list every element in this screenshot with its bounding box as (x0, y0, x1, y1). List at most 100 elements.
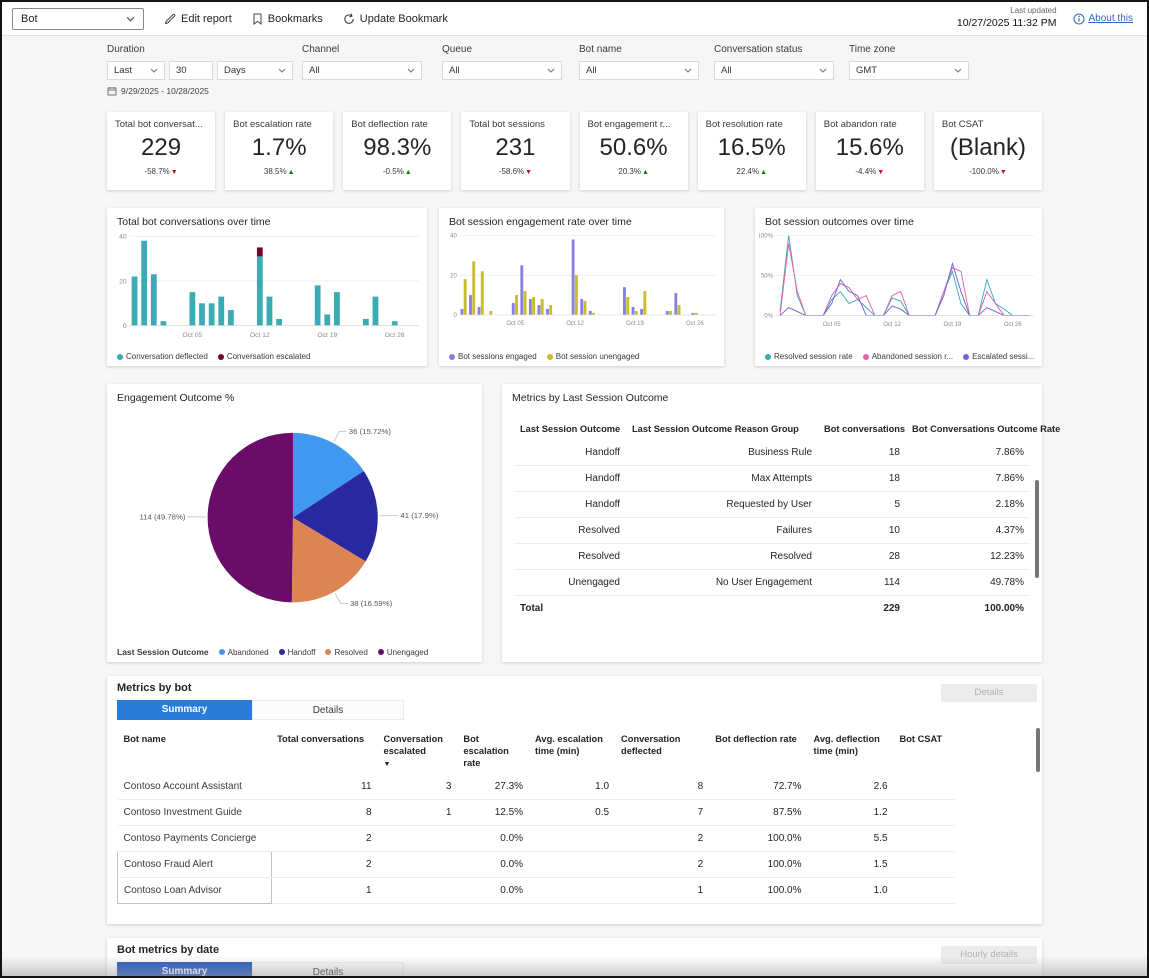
kpi-card[interactable]: Total bot conversat...229-58.7%▼ (107, 112, 215, 190)
svg-text:0: 0 (123, 323, 127, 330)
kpi-card[interactable]: Bot deflection rate98.3%-0.5%▲ (343, 112, 451, 190)
edit-report-button[interactable]: Edit report (164, 13, 232, 25)
line-chart-outcomes[interactable]: 0%50%100%Oct 05Oct 12Oct 19Oct 26 (755, 230, 1042, 334)
legend-item[interactable]: Bot sessions engaged (449, 352, 537, 361)
trend-down-icon: ▼ (171, 169, 178, 176)
column-header[interactable]: Bot CSAT (894, 728, 955, 774)
trend-up-icon: ▲ (760, 169, 767, 176)
table-row[interactable]: UnengagedNo User Engagement11449.78% (514, 570, 1030, 596)
svg-text:Oct 26: Oct 26 (385, 332, 405, 339)
legend-item[interactable]: Conversation escalated (218, 352, 311, 361)
tab-summary[interactable]: Summary (117, 700, 252, 720)
table-row[interactable]: Contoso Fraud Alert20.0%2100.0%1.5 (118, 852, 956, 878)
scrollbar-thumb[interactable] (1035, 480, 1039, 578)
column-header[interactable]: Conversation escalated▼ (378, 728, 458, 774)
column-header[interactable]: Total conversations (271, 728, 377, 774)
svg-text:Oct 05: Oct 05 (182, 332, 202, 339)
kpi-value: 1.7% (233, 134, 325, 162)
bookmarks-button[interactable]: Bookmarks (252, 13, 323, 25)
table-row[interactable]: HandoffRequested by User52.18% (514, 492, 1030, 518)
legend-item[interactable]: Resolved session rate (765, 352, 853, 361)
legend-item[interactable]: Handoff (279, 648, 316, 657)
bot-name-cell: Contoso Loan Advisor (118, 878, 272, 904)
column-header[interactable]: Bot Conversations Outcome Rate (906, 418, 1030, 440)
legend-item[interactable]: Resolved (325, 648, 367, 657)
dashboard-frame: Bot Edit report Bookmarks Update Bookmar… (0, 0, 1149, 978)
trend-up-icon: ▲ (642, 169, 649, 176)
kpi-card[interactable]: Total bot sessions231-58.6%▼ (461, 112, 569, 190)
legend-item[interactable]: Bot session unengaged (547, 352, 640, 361)
kpi-delta: -58.6%▼ (469, 167, 561, 176)
legend-item[interactable]: Unengaged (378, 648, 428, 657)
svg-text:Oct 26: Oct 26 (1004, 322, 1022, 328)
metrics-by-bot-section: Metrics by bot Details Summary Details B… (107, 676, 1042, 924)
kpi-card[interactable]: Bot abandon rate15.6%-4.4%▼ (816, 112, 924, 190)
kpi-label: Bot resolution rate (706, 119, 798, 130)
table-row[interactable]: Contoso Payments Concierge20.0%2100.0%5.… (118, 826, 956, 852)
time-zone-dropdown[interactable]: GMT (849, 61, 969, 80)
table-row[interactable]: ResolvedFailures104.37% (514, 518, 1030, 544)
channel-dropdown[interactable]: All (302, 61, 422, 80)
trend-up-icon: ▲ (288, 169, 295, 176)
bar-chart-conversations[interactable]: 02040Oct 05Oct 12Oct 19Oct 26 (107, 230, 427, 346)
kpi-card[interactable]: Bot engagement r...50.6%20.3%▲ (580, 112, 688, 190)
bot-name-cell: Contoso Investment Guide (118, 800, 272, 826)
pie-chart-engagement-outcome[interactable]: 36 (15.72%)41 (17.9%)38 (16.59%)114 (49.… (107, 406, 482, 621)
pie-slice-unengaged[interactable] (208, 433, 293, 603)
legend-item[interactable]: Conversation deflected (117, 352, 208, 361)
svg-text:20: 20 (450, 273, 457, 279)
report-selector[interactable]: Bot (12, 8, 144, 30)
column-header[interactable]: Bot conversations (818, 418, 906, 440)
duration-period-dropdown[interactable]: Last (107, 61, 165, 80)
update-bookmark-button[interactable]: Update Bookmark (343, 13, 448, 25)
column-header[interactable]: Bot deflection rate (709, 728, 807, 774)
table-row[interactable]: Contoso Investment Guide8112.5%0.5787.5%… (118, 800, 956, 826)
section-title: Bot metrics by date (107, 944, 1042, 956)
kpi-delta: -0.5%▲ (351, 167, 443, 176)
column-header[interactable]: Last Session Outcome (514, 418, 626, 440)
metrics-by-outcome-card: Metrics by Last Session Outcome Last Ses… (502, 384, 1042, 662)
bot-name-dropdown[interactable]: All (579, 61, 699, 80)
table-row[interactable]: HandoffBusiness Rule187.86% (514, 440, 1030, 466)
legend-item[interactable]: Abandoned session r... (863, 352, 953, 361)
column-header[interactable]: Last Session Outcome Reason Group (626, 418, 818, 440)
filter-bot-name: Bot name All (579, 44, 699, 80)
kpi-value: 15.6% (824, 134, 916, 162)
table-row[interactable]: Contoso Account Assistant11327.3%1.0872.… (118, 774, 956, 800)
conversation-status-dropdown[interactable]: All (714, 61, 834, 80)
legend-dot (765, 354, 771, 360)
duration-unit-dropdown[interactable]: Days (217, 61, 293, 80)
tab-summary[interactable]: Summary (117, 962, 252, 978)
svg-text:Oct 19: Oct 19 (944, 322, 962, 328)
table-row[interactable]: ResolvedResolved2812.23% (514, 544, 1030, 570)
duration-amount-input[interactable]: 30 (169, 61, 213, 80)
column-header[interactable]: Avg. escalation time (min) (529, 728, 615, 774)
kpi-card[interactable]: Bot escalation rate1.7%38.5%▲ (225, 112, 333, 190)
bar-chart-engagement[interactable]: 02040Oct 05Oct 12Oct 19Oct 26 (439, 230, 724, 333)
kpi-value: 229 (115, 134, 207, 162)
kpi-card[interactable]: Bot resolution rate16.5%22.4%▲ (698, 112, 806, 190)
column-header[interactable]: Avg. deflection time (min) (808, 728, 894, 774)
kpi-card[interactable]: Bot CSAT(Blank)-100.0%▼ (934, 112, 1042, 190)
trend-down-icon: ▼ (1000, 169, 1007, 176)
svg-text:Oct 19: Oct 19 (317, 332, 337, 339)
scrollbar-thumb[interactable] (1036, 728, 1040, 772)
queue-dropdown[interactable]: All (442, 61, 562, 80)
about-link[interactable]: About this (1073, 13, 1133, 25)
legend-item[interactable]: Abandoned (219, 648, 269, 657)
trend-up-icon: ▲ (405, 169, 412, 176)
table-row[interactable]: HandoffMax Attempts187.86% (514, 466, 1030, 492)
column-header[interactable]: Conversation deflected (615, 728, 709, 774)
chart-title: Bot session engagement rate over time (439, 208, 724, 228)
sort-descending-icon[interactable]: ▼ (384, 760, 452, 769)
column-header[interactable]: Bot escalation rate (457, 728, 529, 774)
chevron-down-icon (150, 68, 158, 73)
tab-details[interactable]: Details (252, 700, 404, 720)
tab-details[interactable]: Details (252, 962, 404, 978)
details-button[interactable]: Details (941, 684, 1037, 702)
table-row[interactable]: Contoso Loan Advisor10.0%1100.0%1.0 (118, 878, 956, 904)
legend-dot (219, 649, 225, 655)
column-header[interactable]: Bot name (118, 728, 272, 774)
hourly-details-button[interactable]: Hourly details (941, 946, 1037, 964)
legend-item[interactable]: Escalated sessi... (963, 352, 1034, 361)
